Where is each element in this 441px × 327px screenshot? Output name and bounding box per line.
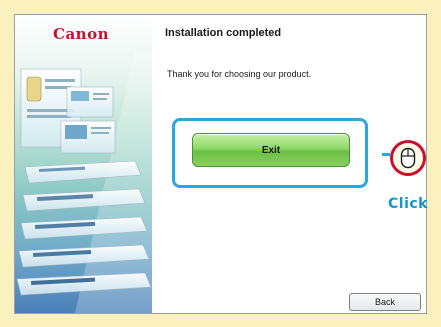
mouse-icon	[400, 147, 416, 169]
page-title: Installation completed	[165, 27, 282, 39]
canon-logo: Canon	[53, 25, 109, 43]
side-artwork-panel: Canon	[15, 15, 152, 313]
documents-artwork	[16, 51, 152, 313]
thank-you-message: Thank you for choosing our product.	[167, 69, 312, 79]
mouse-callout	[390, 140, 426, 176]
callout-connector	[382, 153, 390, 156]
back-button[interactable]: Back	[349, 293, 421, 311]
exit-button[interactable]: Exit	[192, 133, 350, 167]
click-label: Click	[388, 196, 428, 212]
